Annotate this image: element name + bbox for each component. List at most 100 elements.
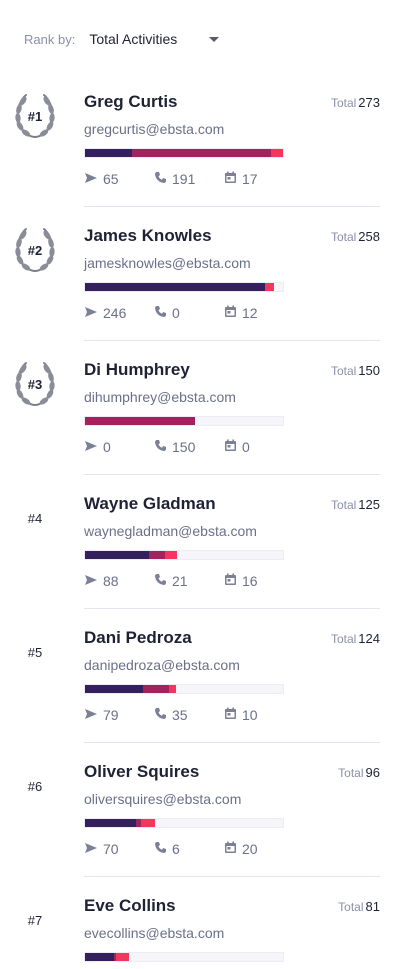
rank-number: #6 — [27, 779, 43, 794]
call-count-value: 35 — [172, 707, 188, 723]
call-count-value: 21 — [172, 573, 188, 589]
calls-segment — [149, 551, 165, 559]
leaderboard-row[interactable]: #4 Wayne Gladman Total 125 waynegladman@ebst… — [0, 475, 408, 609]
user-email: gregcurtis@ebsta.com — [84, 121, 225, 137]
meeting-count: 17 — [224, 171, 258, 187]
rank-by-control: Rank by: Total Activities — [24, 30, 220, 48]
meetings-segment — [140, 819, 156, 827]
rank-by-selected-value: Total Activities — [89, 31, 178, 47]
email-count: 0 — [84, 439, 111, 455]
meeting-count: 12 — [224, 305, 258, 321]
meetings-segment — [168, 685, 176, 693]
total-count: Total 150 — [331, 363, 380, 378]
calendar-icon — [224, 573, 242, 589]
phone-icon — [154, 573, 172, 589]
activity-stats: 79 35 10 — [84, 707, 304, 725]
email-count: 79 — [84, 707, 119, 723]
meetings-segment — [115, 953, 129, 961]
meeting-count: 20 — [224, 841, 258, 857]
total-count: Total 273 — [331, 95, 380, 110]
send-icon — [84, 439, 103, 455]
leaderboard-row[interactable]: #2 James Knowles Total 258 jamesknowles@ebst… — [0, 207, 408, 341]
meetings-segment — [164, 551, 177, 559]
email-count-value: 70 — [103, 841, 119, 857]
call-count: 35 — [154, 707, 188, 723]
phone-icon — [154, 707, 172, 723]
total-value: 81 — [365, 899, 380, 914]
call-count: 21 — [154, 573, 188, 589]
user-name: Di Humphrey — [84, 360, 190, 379]
phone-icon — [154, 305, 172, 321]
activity-stats: 70 6 20 — [84, 841, 304, 859]
calls-segment — [85, 417, 195, 425]
meeting-count: 16 — [224, 573, 258, 589]
total-label: Total — [338, 766, 364, 780]
calendar-icon — [224, 439, 242, 455]
rank-by-label: Rank by: — [24, 31, 76, 47]
meeting-count-value: 10 — [242, 707, 258, 723]
leaderboard-row[interactable]: #5 Dani Pedroza Total 124 danipedroza@ebsta.… — [0, 609, 408, 743]
send-icon — [84, 305, 103, 321]
rank-number: #1 — [27, 109, 43, 124]
phone-icon — [154, 171, 172, 187]
total-count: Total 81 — [338, 899, 380, 914]
activity-bar — [84, 952, 284, 962]
call-count: 0 — [154, 305, 180, 321]
rank-number: #3 — [27, 377, 43, 392]
user-name: Oliver Squires — [84, 762, 200, 781]
email-count: 88 — [84, 573, 119, 589]
activity-bar — [84, 818, 284, 828]
leaderboard-row[interactable]: #1 Greg Curtis Total 273 gregcurtis@ebsta.co… — [0, 73, 408, 207]
call-count: 150 — [154, 439, 195, 455]
activity-stats: 246 0 12 — [84, 305, 304, 323]
calendar-icon — [224, 841, 242, 857]
call-count-value: 0 — [172, 305, 180, 321]
user-email: evecollins@ebsta.com — [84, 925, 225, 941]
phone-icon — [154, 439, 172, 455]
rank-badge: #3 — [10, 355, 60, 413]
total-count: Total 258 — [331, 229, 380, 244]
call-count: 6 — [154, 841, 180, 857]
email-count-value: 246 — [103, 305, 127, 321]
total-label: Total — [330, 632, 357, 646]
user-email: waynegladman@ebsta.com — [84, 523, 257, 539]
activity-stats: 0 150 0 — [84, 439, 304, 457]
meeting-count: 10 — [224, 707, 258, 723]
activity-bar — [84, 684, 284, 694]
user-name: Eve Collins — [84, 896, 176, 915]
meeting-count-value: 16 — [242, 573, 258, 589]
total-value: 96 — [365, 765, 380, 780]
email-count: 65 — [84, 171, 119, 187]
emails-segment — [85, 819, 137, 827]
leaderboard-row[interactable]: #6 Oliver Squires Total 96 oliversquires@ebs… — [0, 743, 408, 877]
leaderboard-row[interactable]: #7 Eve Collins Total 81 evecollins@ebsta.com — [0, 877, 408, 969]
rank-by-select[interactable]: Total Activities — [89, 31, 220, 47]
meeting-count: 0 — [224, 439, 250, 455]
rank-number: #4 — [27, 511, 43, 526]
total-value: 124 — [358, 631, 380, 646]
user-email: oliversquires@ebsta.com — [84, 791, 242, 807]
leaderboard-row[interactable]: #3 Di Humphrey Total 150 dihumphrey@ebsta.co… — [0, 341, 408, 475]
send-icon — [84, 707, 103, 723]
total-label: Total — [338, 900, 364, 914]
total-value: 125 — [358, 497, 380, 512]
user-email: jamesknowles@ebsta.com — [84, 255, 251, 271]
call-count-value: 191 — [172, 171, 196, 187]
email-count: 70 — [84, 841, 119, 857]
total-value: 150 — [358, 363, 380, 378]
activity-bar — [84, 282, 284, 292]
user-name: Wayne Gladman — [84, 494, 216, 513]
total-value: 258 — [358, 229, 380, 244]
meeting-count-value: 20 — [242, 841, 258, 857]
emails-segment — [85, 685, 143, 693]
email-count-value: 79 — [103, 707, 119, 723]
calls-segment — [132, 149, 271, 157]
rank-number: #7 — [27, 913, 43, 928]
calendar-icon — [224, 305, 242, 321]
rank-badge: #2 — [10, 221, 60, 279]
total-count: Total 125 — [331, 497, 380, 512]
call-count: 191 — [154, 171, 195, 187]
calendar-icon — [224, 171, 242, 187]
total-label: Total — [330, 96, 357, 110]
send-icon — [84, 573, 103, 589]
